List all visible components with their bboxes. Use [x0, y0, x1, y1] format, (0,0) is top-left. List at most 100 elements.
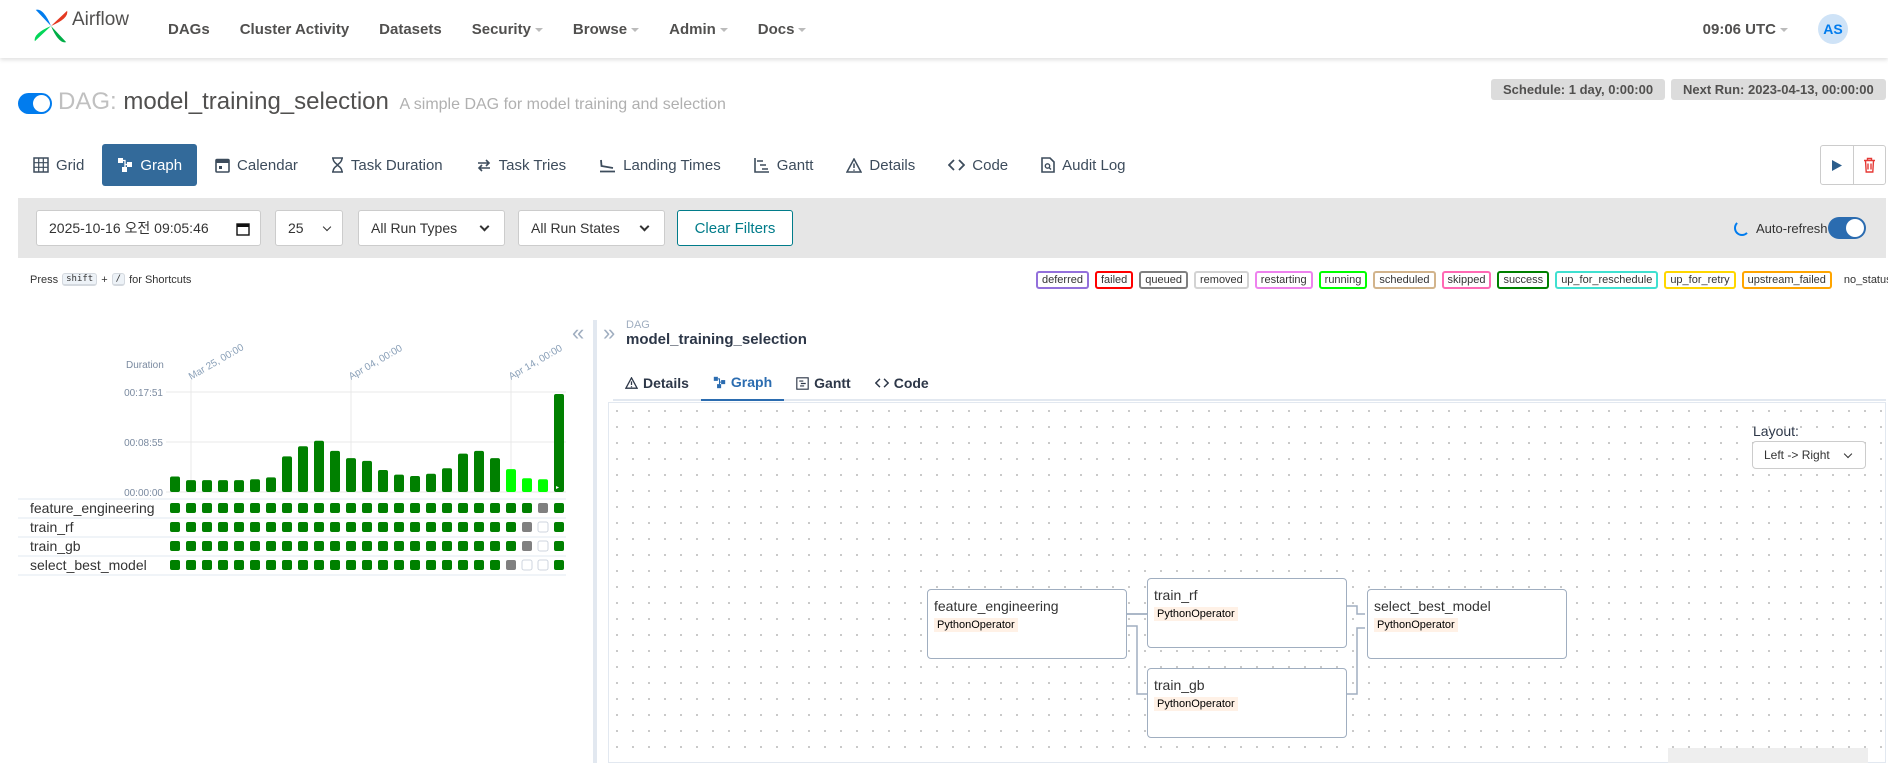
- task-instance-status: [490, 503, 500, 513]
- nav-docs[interactable]: Docs: [746, 21, 819, 38]
- detail-tab-code[interactable]: Code: [863, 365, 941, 401]
- task-instance-status: [282, 560, 292, 570]
- collapse-grid-icon[interactable]: «: [572, 320, 584, 346]
- task-instance-status: [442, 503, 452, 513]
- task-instance-status: [506, 560, 516, 570]
- tab-task-duration[interactable]: Task Duration: [316, 144, 458, 186]
- task-instance-status: [234, 560, 244, 570]
- y-tick-label: 00:08:55: [124, 438, 163, 449]
- run-duration-bar: [474, 450, 484, 492]
- tab-calendar[interactable]: Calendar: [200, 144, 313, 186]
- task-node-feature-engineering[interactable]: feature_engineering PythonOperator: [927, 589, 1127, 659]
- run-duration-bar: [410, 475, 420, 492]
- duration-axis-label: Duration: [126, 360, 164, 371]
- shortcut-hint: Press shift + / for Shortcuts: [30, 273, 192, 286]
- layout-select[interactable]: Left -> Right: [1752, 441, 1866, 469]
- caret-down-icon: [798, 28, 807, 32]
- x-date-label: Apr 04, 00:00: [347, 343, 405, 383]
- grid-panel: Duration 00:17:51 00:08:55 00:00:00 Mar 25, …: [18, 342, 566, 576]
- task-node-train-gb[interactable]: train_gb PythonOperator: [1147, 668, 1347, 738]
- tab-landing-times[interactable]: Landing Times: [584, 144, 736, 186]
- nav-datasets[interactable]: Datasets: [367, 21, 454, 38]
- task-instance-status: [442, 541, 452, 551]
- panel-resize-handle[interactable]: [593, 320, 597, 763]
- dag-pause-toggle[interactable]: [18, 93, 52, 114]
- dag-actions: [1820, 145, 1886, 185]
- graph-scrollbar[interactable]: [1668, 748, 1868, 763]
- legend-success[interactable]: success: [1497, 270, 1550, 289]
- legend-scheduled[interactable]: scheduled: [1373, 270, 1436, 289]
- detail-tab-gantt[interactable]: Gantt: [784, 365, 863, 401]
- airflow-logo[interactable]: Airflow: [32, 7, 129, 45]
- task-instance-status: [474, 541, 484, 551]
- tab-grid[interactable]: Grid: [18, 144, 99, 186]
- run-duration-bar: [234, 480, 244, 492]
- task-instance-status: [362, 522, 372, 532]
- run-duration-bar: [458, 453, 468, 492]
- timezone-dropdown[interactable]: 09:06 UTC: [1703, 21, 1788, 38]
- nav-browse[interactable]: Browse: [561, 21, 651, 38]
- detail-tab-details[interactable]: Details: [613, 365, 701, 401]
- task-instance-status: [170, 560, 180, 570]
- task-instance-status: [218, 560, 228, 570]
- legend-failed[interactable]: failed: [1094, 270, 1134, 289]
- legend-up-for-reschedule[interactable]: up_for_reschedule: [1555, 270, 1659, 289]
- legend-removed[interactable]: removed: [1194, 270, 1249, 289]
- task-instance-status: [234, 522, 244, 532]
- legend-queued[interactable]: queued: [1139, 270, 1188, 289]
- clear-filters-button[interactable]: Clear Filters: [677, 210, 793, 246]
- run-duration-bar: [202, 480, 212, 492]
- run-duration-bar: [282, 456, 292, 492]
- auto-refresh-toggle[interactable]: [1828, 217, 1866, 239]
- tab-code[interactable]: Code: [933, 144, 1023, 186]
- detail-tab-graph[interactable]: Graph: [700, 365, 785, 401]
- legend-skipped[interactable]: skipped: [1441, 270, 1492, 289]
- task-instance-status: [426, 503, 436, 513]
- task-instance-status: [202, 541, 212, 551]
- breadcrumb-dag-name[interactable]: model_training_selection: [626, 331, 807, 348]
- tab-audit-log[interactable]: Audit Log: [1026, 144, 1140, 186]
- caret-down-icon: [631, 28, 640, 32]
- num-runs-select[interactable]: 25: [275, 210, 343, 246]
- trigger-dag-button[interactable]: [1821, 146, 1853, 184]
- nav-cluster-activity[interactable]: Cluster Activity: [228, 21, 361, 38]
- task-instance-status: [378, 503, 388, 513]
- task-instance-status: [266, 560, 276, 570]
- legend-running[interactable]: running: [1318, 270, 1368, 289]
- legend-up-for-retry[interactable]: up_for_retry: [1664, 270, 1736, 289]
- nav-security[interactable]: Security: [460, 21, 555, 38]
- chevron-down-icon: [479, 221, 490, 232]
- base-date-input[interactable]: 2025-10-16 오전 09:05:46: [36, 210, 261, 246]
- tab-details[interactable]: Details: [831, 144, 930, 186]
- task-instance-status: [410, 522, 420, 532]
- caret-down-icon: [719, 28, 728, 32]
- file-search-icon: [1041, 157, 1055, 173]
- nav-admin[interactable]: Admin: [657, 21, 740, 38]
- task-instance-status: [394, 560, 404, 570]
- tab-gantt[interactable]: Gantt: [739, 144, 829, 186]
- run-type-select[interactable]: All Run Types: [358, 210, 505, 246]
- task-node-train-rf[interactable]: train_rf PythonOperator: [1147, 578, 1347, 648]
- task-instance-status: [410, 560, 420, 570]
- task-instance-status: [458, 503, 468, 513]
- legend-restarting[interactable]: restarting: [1254, 270, 1313, 289]
- task-instance-status: [362, 541, 372, 551]
- legend-no-status[interactable]: no_status: [1837, 270, 1888, 289]
- task-instance-status: [362, 560, 372, 570]
- nav-dags[interactable]: DAGs: [156, 21, 222, 38]
- delete-dag-button[interactable]: [1853, 146, 1885, 184]
- task-node-select-best-model[interactable]: select_best_model PythonOperator: [1367, 589, 1567, 659]
- task-instance-status: [218, 503, 228, 513]
- task-instance-status: [394, 522, 404, 532]
- chevron-down-icon: [639, 221, 650, 232]
- expand-details-icon[interactable]: »: [603, 320, 615, 346]
- legend-upstream-failed[interactable]: upstream_failed: [1741, 270, 1832, 289]
- tab-task-tries[interactable]: Task Tries: [461, 144, 582, 186]
- user-avatar[interactable]: AS: [1818, 14, 1848, 44]
- task-instance-status: [170, 503, 180, 513]
- task-instance-status: [474, 522, 484, 532]
- tab-graph[interactable]: Graph: [102, 144, 198, 186]
- legend-deferred[interactable]: deferred: [1036, 270, 1089, 289]
- run-state-select[interactable]: All Run States: [518, 210, 665, 246]
- task-instance-status: [330, 522, 340, 532]
